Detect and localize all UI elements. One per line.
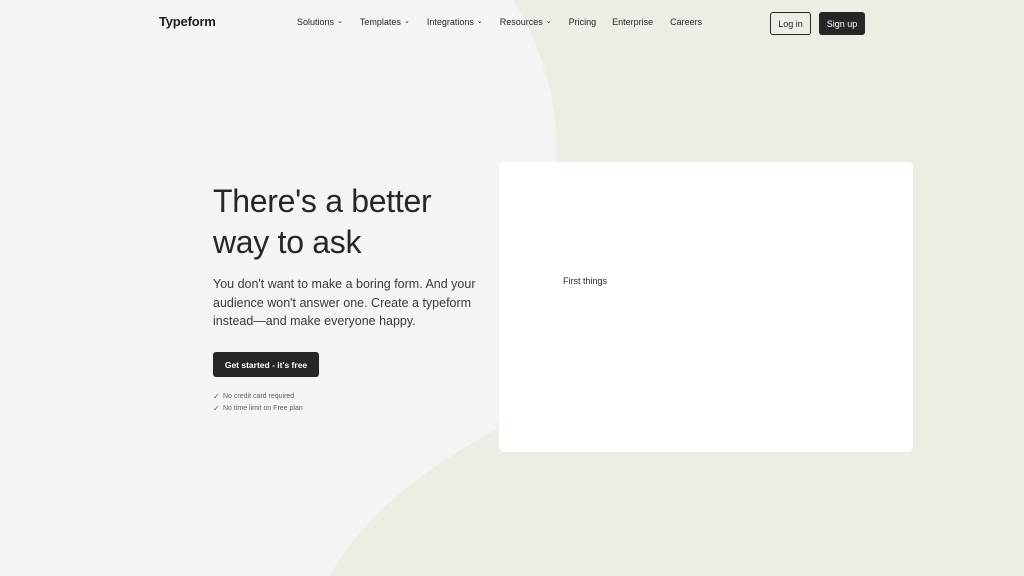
nav-enterprise-label: Enterprise [612,17,654,27]
check-item-label: No credit card required [223,392,295,400]
chevron-down-icon: ⌄ [545,18,552,25]
chevron-down-icon: ⌄ [337,18,343,25]
nav-solutions-label: Solutions [297,17,335,27]
nav-pricing[interactable]: Pricing [569,17,597,27]
get-started-button[interactable]: Get started - it's free [213,352,319,377]
check-item: ✓ No time limit on Free plan [213,402,303,414]
check-item-label: No time limit on Free plan [223,404,303,412]
check-icon: ✓ [213,391,220,401]
nav-templates-label: Templates [359,17,401,27]
check-icon: ✓ [213,403,220,413]
login-button[interactable]: Log in [770,12,811,35]
nav-careers[interactable]: Careers [670,17,702,27]
nav-careers-label: Careers [670,17,703,27]
nav-templates[interactable]: Templates ⌄ [360,17,410,27]
hero-title: There's a better way to ask [213,181,493,263]
nav-pricing-label: Pricing [568,17,597,27]
hero-title-line-1: There's a better [213,183,432,219]
nav-enterprise[interactable]: Enterprise [612,17,653,27]
typeform-logo[interactable]: Typeform [159,14,216,29]
nav-resources-label: Resources [499,17,543,27]
nav-integrations-label: Integrations [426,17,474,27]
site-header: Typeform Solutions ⌄ Templates ⌄ Integra… [0,0,1024,46]
form-preview-card[interactable]: First things [499,162,913,452]
nav-integrations[interactable]: Integrations ⌄ [427,17,483,27]
chevron-down-icon: ⌄ [476,18,483,25]
form-preview-text: First things [563,276,608,286]
nav-solutions[interactable]: Solutions ⌄ [297,17,343,27]
main-nav: Solutions ⌄ Templates ⌄ Integrations ⌄ R… [297,17,702,27]
hero-title-line-2: way to ask [213,224,362,260]
signup-button[interactable]: Sign up [819,12,865,35]
chevron-down-icon: ⌄ [403,18,410,25]
feature-checklist: ✓ No credit card required ✓ No time limi… [213,390,303,414]
hero-subtitle: You don't want to make a boring form. An… [213,277,476,328]
check-item: ✓ No credit card required [213,390,303,402]
nav-resources[interactable]: Resources ⌄ [500,17,552,27]
